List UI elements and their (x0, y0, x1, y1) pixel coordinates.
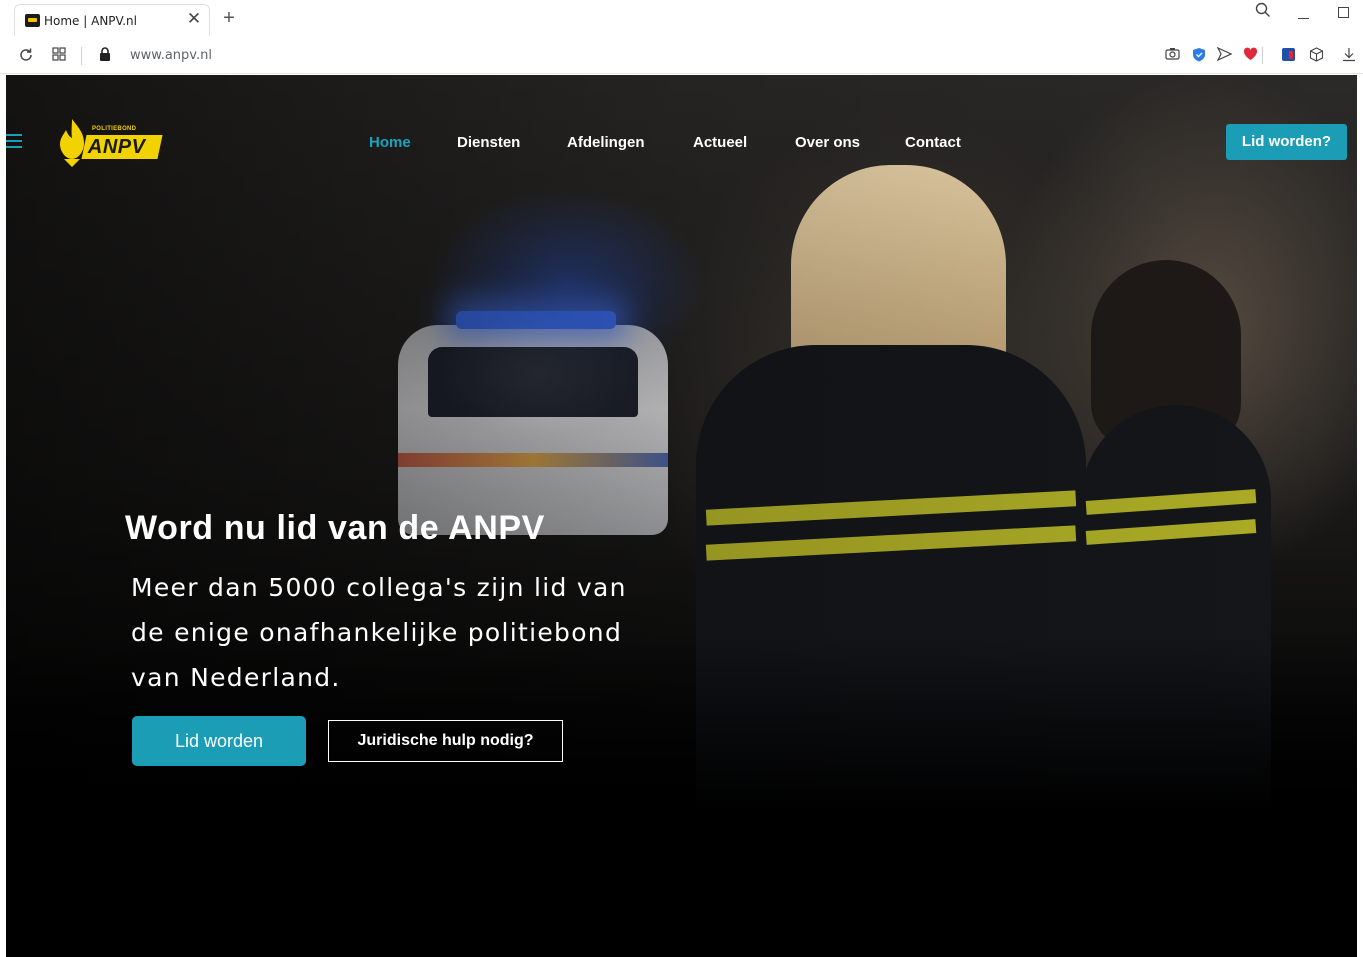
cube-icon[interactable] (1308, 47, 1325, 64)
reload-icon[interactable] (17, 47, 35, 65)
legal-help-button[interactable]: Juridische hulp nodig? (328, 720, 563, 762)
search-icon[interactable] (1251, 2, 1275, 23)
heart-icon[interactable] (1242, 47, 1259, 64)
close-tab-icon[interactable]: ✕ (185, 9, 203, 29)
nav-item-home[interactable]: Home (369, 134, 411, 151)
favicon-icon (25, 14, 40, 27)
send-icon[interactable] (1216, 46, 1233, 64)
nav-item-afdelingen[interactable]: Afdelingen (567, 134, 645, 151)
nav-item-actueel[interactable]: Actueel (693, 134, 747, 151)
nav-item-over-ons[interactable]: Over ons (795, 134, 860, 151)
join-cta-button[interactable]: Lid worden? (1226, 124, 1347, 160)
lock-icon[interactable] (96, 47, 114, 65)
address-bar: www.anpv.nl (0, 38, 1363, 74)
download-icon[interactable] (1340, 47, 1357, 64)
site-logo[interactable]: POLITIEBOND ANPV (54, 113, 164, 173)
new-tab-button[interactable]: + (218, 6, 240, 30)
hero-subtitle: Meer dan 5000 collega's zijn lid van de … (131, 573, 627, 692)
separator (1262, 47, 1263, 64)
maximize-icon[interactable] (1331, 2, 1355, 23)
tab-title: Home | ANPV.nl (44, 14, 137, 28)
shield-icon[interactable] (1190, 47, 1207, 64)
grid-icon[interactable] (50, 47, 68, 65)
logo-small-text: POLITIEBOND (92, 126, 137, 132)
flame-icon (60, 119, 84, 167)
hero-title: Word nu lid van de ANPV (125, 509, 545, 547)
browser-tab[interactable]: Home | ANPV.nl ✕ (14, 4, 210, 36)
bookmark-icon[interactable] (1280, 47, 1297, 64)
hero-section: POLITIEBOND ANPV Home Diensten Afdelinge… (6, 75, 1357, 957)
logo-wordmark: ANPV (81, 135, 163, 159)
nav-item-contact[interactable]: Contact (905, 134, 961, 151)
url-field[interactable]: www.anpv.nl (130, 48, 212, 63)
menu-icon[interactable] (6, 134, 22, 148)
nav-item-diensten[interactable]: Diensten (457, 134, 520, 151)
minimize-icon[interactable] (1291, 4, 1315, 24)
separator (81, 47, 82, 65)
join-button[interactable]: Lid worden (132, 716, 306, 766)
camera-icon[interactable] (1164, 47, 1181, 64)
tab-bar: Home | ANPV.nl ✕ + (0, 0, 1363, 38)
